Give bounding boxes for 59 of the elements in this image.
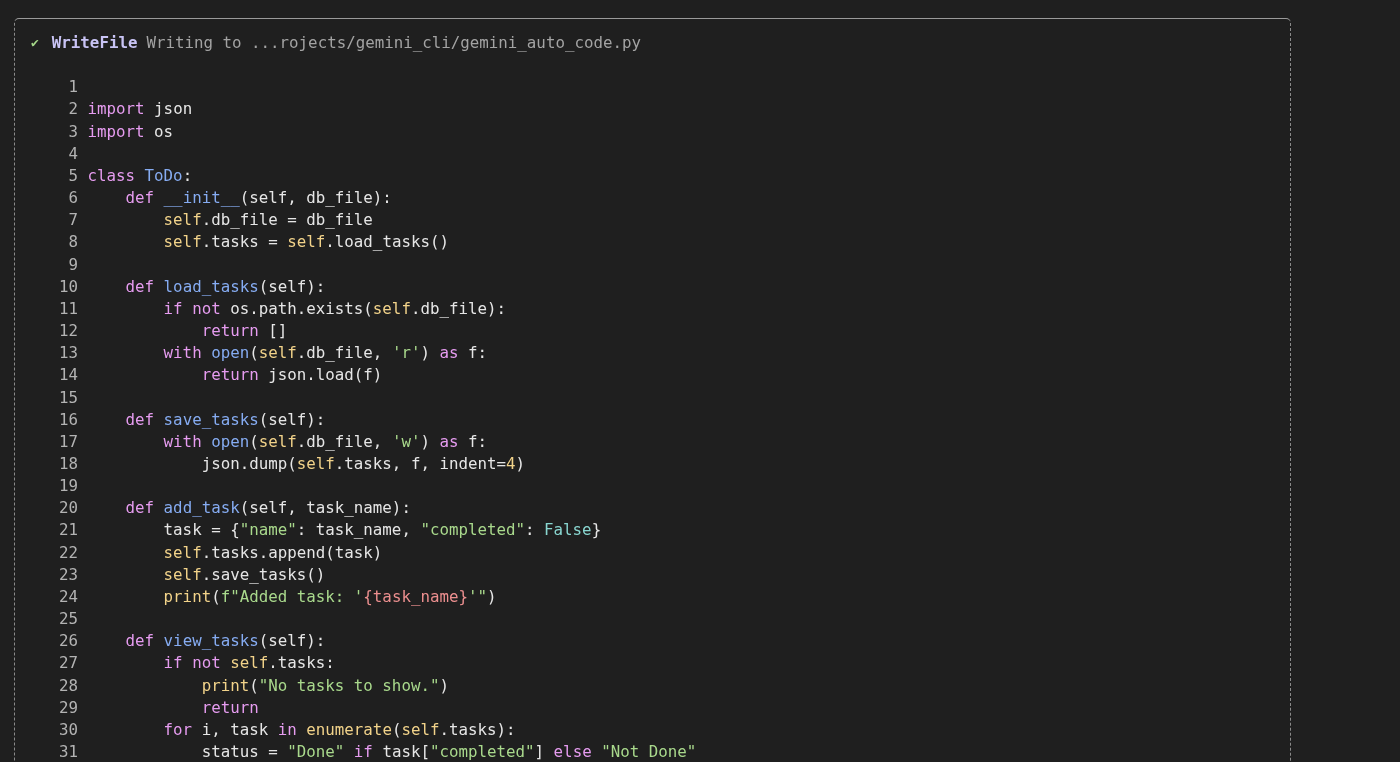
code-line: return json.load(f) [200, 364, 383, 387]
code-line: def __init__(self, db_file): [124, 187, 392, 210]
code-line: json.dump(self.tasks, f, indent=4) [200, 452, 526, 475]
line-number: 19 [59, 475, 78, 498]
code-line: return [200, 696, 259, 719]
code-line: def add_task(self, task_name): [124, 497, 411, 520]
code-line: for i, task in enumerate(self.tasks): [162, 718, 516, 741]
tool-name: WriteFile [51, 32, 138, 54]
line-number: 1 [67, 76, 78, 99]
line-number: 30 [59, 718, 78, 741]
line-number: 9 [67, 253, 78, 276]
line-number: 8 [67, 231, 78, 254]
code-line: if not os.path.exists(self.db_file): [162, 297, 506, 320]
tool-description: Writing to ...rojects/gemini_cli/gemini_auto_code.py [146, 32, 641, 54]
code-line: return [] [200, 320, 288, 343]
code-line: import os [87, 120, 174, 143]
code-line: self.tasks.append(task) [162, 541, 383, 564]
line-number: 14 [59, 364, 78, 387]
code-line: status = "Done" if task["completed"] else "Not Done" [200, 741, 697, 762]
line-number: 21 [59, 519, 78, 542]
code-line: if not self.tasks: [162, 652, 335, 675]
line-number: 6 [67, 187, 78, 210]
line-number: 25 [59, 608, 78, 631]
line-number: 15 [59, 386, 78, 409]
line-number: 11 [59, 297, 78, 320]
line-number: 17 [59, 430, 78, 453]
status-check: ✔ [31, 34, 39, 52]
code-line: with open(self.db_file, 'w') as f: [162, 430, 488, 453]
code-line: print("No tasks to show.") [200, 674, 449, 697]
line-number: 31 [59, 741, 78, 762]
code-line: class ToDo: [87, 164, 193, 187]
line-number: 2 [67, 98, 78, 121]
code-line: def load_tasks(self): [124, 275, 326, 298]
code-line: self.db_file = db_file [162, 209, 373, 232]
line-number: 10 [59, 275, 78, 298]
line-number: 20 [59, 497, 78, 520]
code-line: task = {"name": task_name, "completed": False} [162, 519, 602, 542]
code-line: self.save_tasks() [162, 563, 326, 586]
line-number: 28 [59, 674, 78, 697]
line-number: 7 [67, 209, 78, 232]
line-number: 18 [59, 452, 78, 475]
line-number: 13 [59, 342, 78, 365]
line-number: 12 [59, 320, 78, 343]
code-line: print(f"Added task: '{task_name}'") [162, 585, 497, 608]
code-line: self.tasks = self.load_tasks() [162, 231, 449, 254]
code-line: def save_tasks(self): [124, 408, 326, 431]
line-number: 4 [67, 142, 78, 165]
line-number: 23 [59, 563, 78, 586]
line-number: 22 [59, 541, 78, 564]
line-number: 29 [59, 696, 78, 719]
code-line: def view_tasks(self): [124, 630, 326, 653]
line-number: 27 [59, 652, 78, 675]
line-number: 26 [59, 630, 78, 653]
line-number: 24 [59, 585, 78, 608]
code-line: with open(self.db_file, 'r') as f: [162, 342, 488, 365]
line-number: 16 [59, 408, 78, 431]
line-number: 3 [67, 120, 78, 143]
code-line: import json [87, 98, 193, 121]
line-number: 5 [67, 164, 78, 187]
